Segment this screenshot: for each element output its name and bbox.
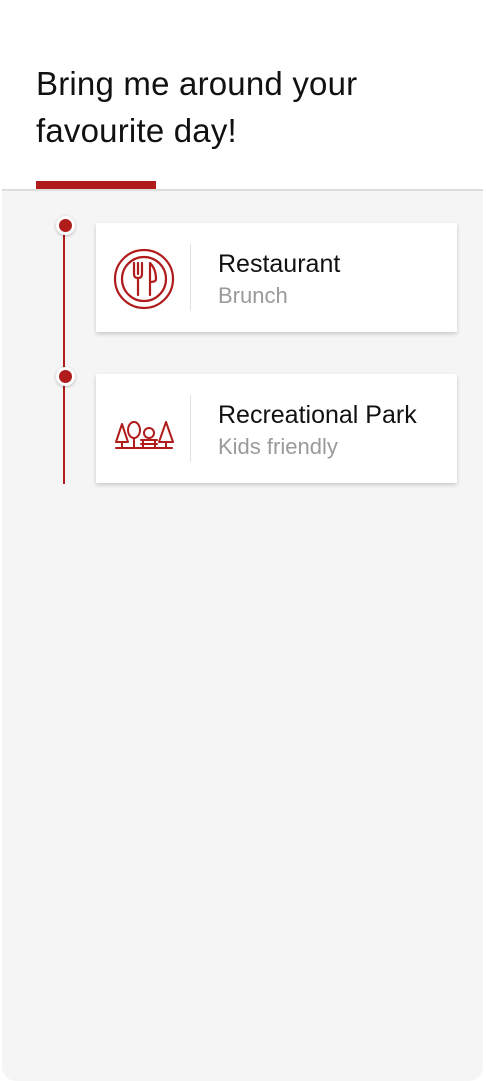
timeline-dot	[56, 367, 75, 386]
header: Bring me around your favourite day!	[0, 0, 486, 190]
timeline-card-recreational-park[interactable]: Recreational Park Kids friendly	[96, 374, 457, 483]
card-divider	[190, 395, 191, 462]
app-screen: Bring me around your favourite day! Rest…	[0, 0, 486, 1081]
card-title: Restaurant	[218, 250, 341, 278]
card-divider	[190, 244, 191, 311]
restaurant-plate-icon	[112, 247, 176, 311]
timeline-dot	[56, 216, 75, 235]
park-trees-icon	[112, 398, 176, 462]
card-subtitle: Brunch	[218, 283, 288, 308]
card-subtitle: Kids friendly	[218, 434, 338, 459]
title-accent-bar	[36, 181, 156, 189]
timeline-card-restaurant[interactable]: Restaurant Brunch	[96, 223, 457, 332]
card-title: Recreational Park	[218, 401, 417, 429]
page-title: Bring me around your favourite day!	[36, 65, 358, 149]
timeline-line	[63, 228, 65, 484]
